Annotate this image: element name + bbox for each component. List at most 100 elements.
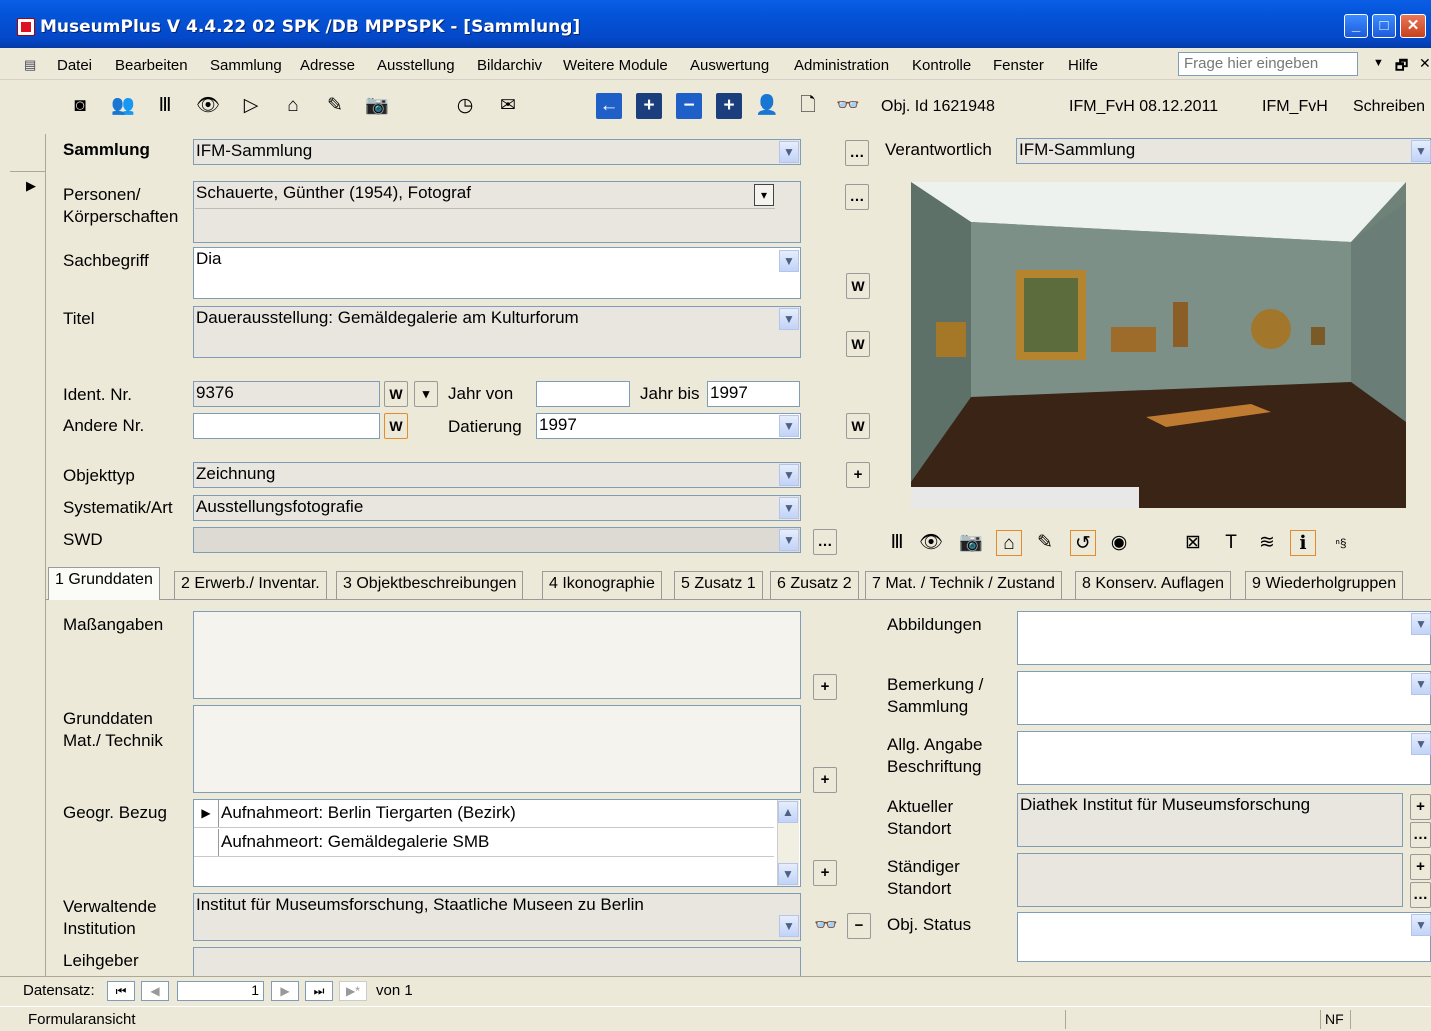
maximize-button[interactable]: □ <box>1372 14 1396 38</box>
sachbegriff-dropdown-icon[interactable]: ▼ <box>779 250 799 272</box>
tools-icon[interactable]: ✎ <box>1032 530 1058 556</box>
ident-dropdown-icon[interactable]: ▾ <box>414 381 438 407</box>
binoculars-icon[interactable]: 👓 <box>835 93 861 119</box>
layers-icon[interactable]: ≋ <box>1254 530 1280 556</box>
geogr-row-1[interactable]: ▶ Aufnahmeort: Berlin Tiergarten (Bezirk… <box>194 800 774 828</box>
remove-record-icon[interactable]: − <box>676 93 702 119</box>
tools-icon[interactable]: ✎ <box>322 93 348 119</box>
staendiger-browse-button[interactable]: … <box>1410 882 1431 908</box>
frame-icon[interactable]: ◙ <box>67 93 93 119</box>
add-record-icon[interactable]: + <box>636 93 662 119</box>
sammlung-field[interactable]: IFM-Sammlung <box>193 139 801 165</box>
app-icon[interactable] <box>17 18 35 36</box>
translate-icon[interactable]: ⁿ§ <box>1328 530 1354 556</box>
eye-icon[interactable]: 👁 <box>918 530 944 556</box>
menu-bearbeiten[interactable]: Bearbeiten <box>115 57 188 74</box>
titel-field[interactable]: Dauerausstellung: Gemäldegalerie am Kult… <box>193 306 801 358</box>
tab-objektbeschreibungen[interactable]: 3 Objektbeschreibungen <box>336 571 524 599</box>
ident-field[interactable]: 9376 <box>193 381 380 407</box>
first-record-button[interactable]: ⏮ <box>107 981 135 1001</box>
row-selector-arrow-icon[interactable]: ▶ <box>194 800 219 827</box>
scroll-down-icon[interactable]: ▼ <box>778 863 798 885</box>
abbildungen-field[interactable] <box>1017 611 1431 665</box>
abbildungen-dropdown-icon[interactable]: ▼ <box>1411 613 1431 635</box>
mail-icon[interactable]: ✉ <box>495 93 521 119</box>
bemerkung-dropdown-icon[interactable]: ▼ <box>1411 673 1431 695</box>
obj-status-dropdown-icon[interactable]: ▼ <box>1411 914 1431 936</box>
datierung-dropdown-icon[interactable]: ▼ <box>779 415 799 437</box>
eye-icon[interactable]: 👁 <box>195 93 221 119</box>
help-search-input[interactable]: Frage hier eingeben <box>1178 52 1358 76</box>
camera-icon[interactable]: 📷 <box>958 530 984 556</box>
geogr-add-button[interactable]: + <box>813 860 837 886</box>
people-icon[interactable]: 👥 <box>110 93 136 119</box>
massangaben-field[interactable] <box>193 611 801 699</box>
help-dropdown-icon[interactable]: ▼ <box>1373 57 1384 69</box>
jahr-von-field[interactable] <box>536 381 630 407</box>
stamp-icon[interactable]: ⊠ <box>1180 530 1206 556</box>
sachbegriff-w-button[interactable]: W <box>846 273 870 299</box>
binoculars-icon[interactable]: 👓 <box>813 913 839 939</box>
person-silhouette-icon[interactable]: 👤 <box>754 93 780 119</box>
text-icon[interactable]: T <box>1218 530 1244 556</box>
systematik-field[interactable]: Ausstellungsfotografie <box>193 495 801 521</box>
personen-dropdown-icon[interactable]: ▾ <box>754 184 774 206</box>
new-record-button[interactable]: ▶* <box>339 981 367 1001</box>
verantwortlich-field[interactable]: IFM-Sammlung <box>1016 138 1431 164</box>
scroll-up-icon[interactable]: ▲ <box>778 801 798 823</box>
allg-angabe-field[interactable] <box>1017 731 1431 785</box>
verwaltende-remove-button[interactable]: − <box>847 913 871 939</box>
allg-angabe-dropdown-icon[interactable]: ▼ <box>1411 733 1431 755</box>
columns-icon[interactable]: Ⅲ <box>884 530 910 556</box>
staendiger-add-button[interactable]: + <box>1410 854 1431 880</box>
prev-record-button[interactable]: ◀ <box>141 981 169 1001</box>
camera-icon[interactable]: 📷 <box>364 93 390 119</box>
tab-zusatz-1[interactable]: 5 Zusatz 1 <box>674 571 763 599</box>
bemerkung-field[interactable] <box>1017 671 1431 725</box>
datierung-field[interactable]: 1997 <box>536 413 801 439</box>
tab-zusatz-2[interactable]: 6 Zusatz 2 <box>770 571 859 599</box>
menu-datei[interactable]: Datei <box>57 57 92 74</box>
columns-icon[interactable]: Ⅲ <box>152 93 178 119</box>
menu-weitere-module[interactable]: Weitere Module <box>563 57 668 74</box>
row-selector[interactable] <box>194 829 219 856</box>
menu-sammlung[interactable]: Sammlung <box>210 57 282 74</box>
menu-administration[interactable]: Administration <box>794 57 889 74</box>
andere-nr-field[interactable] <box>193 413 380 439</box>
info-icon[interactable]: ℹ <box>1290 530 1316 556</box>
swd-field[interactable] <box>193 527 801 553</box>
form-icon[interactable]: ▤ <box>24 57 36 73</box>
sachbegriff-field[interactable]: Dia <box>193 247 801 299</box>
flag-icon[interactable]: ▷ <box>238 93 264 119</box>
close-button[interactable]: ✕ <box>1400 14 1426 38</box>
clock-icon[interactable]: ◷ <box>452 93 478 119</box>
objekttyp-add-button[interactable]: + <box>846 462 870 488</box>
last-record-button[interactable]: ⏭ <box>305 981 333 1001</box>
back-arrow-icon[interactable]: ← <box>596 93 622 119</box>
copy-record-icon[interactable]: + <box>716 93 742 119</box>
link-icon[interactable]: ↺ <box>1070 530 1096 556</box>
next-record-button[interactable]: ▶ <box>271 981 299 1001</box>
preview-icon[interactable]: 🗋 <box>795 93 821 119</box>
ident-w-button[interactable]: W <box>384 381 408 407</box>
sammlung-dropdown-icon[interactable]: ▼ <box>779 141 799 163</box>
tab-konserv[interactable]: 8 Konserv. Auflagen <box>1075 571 1232 599</box>
title-bar[interactable]: MuseumPlus V 4.4.22 02 SPK /DB MPPSPK - … <box>0 0 1431 48</box>
sammlung-browse-button[interactable]: … <box>845 140 869 166</box>
house-icon[interactable]: ⌂ <box>996 530 1022 556</box>
menu-bildarchiv[interactable]: Bildarchiv <box>477 57 542 74</box>
aktueller-add-button[interactable]: + <box>1410 794 1431 820</box>
verantwortlich-dropdown-icon[interactable]: ▼ <box>1411 140 1431 162</box>
verwaltende-institution-field[interactable]: Institut für Museumsforschung, Staatlich… <box>193 893 801 941</box>
record-selector[interactable] <box>10 134 46 978</box>
obj-status-field[interactable] <box>1017 912 1431 962</box>
objekttyp-dropdown-icon[interactable]: ▼ <box>779 464 799 486</box>
menu-auswertung[interactable]: Auswertung <box>690 57 769 74</box>
swd-dropdown-icon[interactable]: ▼ <box>779 529 799 551</box>
staendiger-standort-field[interactable] <box>1017 853 1403 907</box>
andere-nr-w-button[interactable]: W <box>384 413 408 439</box>
personen-field[interactable]: Schauerte, Günther (1954), Fotograf <box>193 181 801 243</box>
tab-erwerb[interactable]: 2 Erwerb./ Inventar. <box>174 571 327 599</box>
record-number-input[interactable]: 1 <box>177 981 264 1001</box>
datierung-w-button[interactable]: W <box>846 413 870 439</box>
